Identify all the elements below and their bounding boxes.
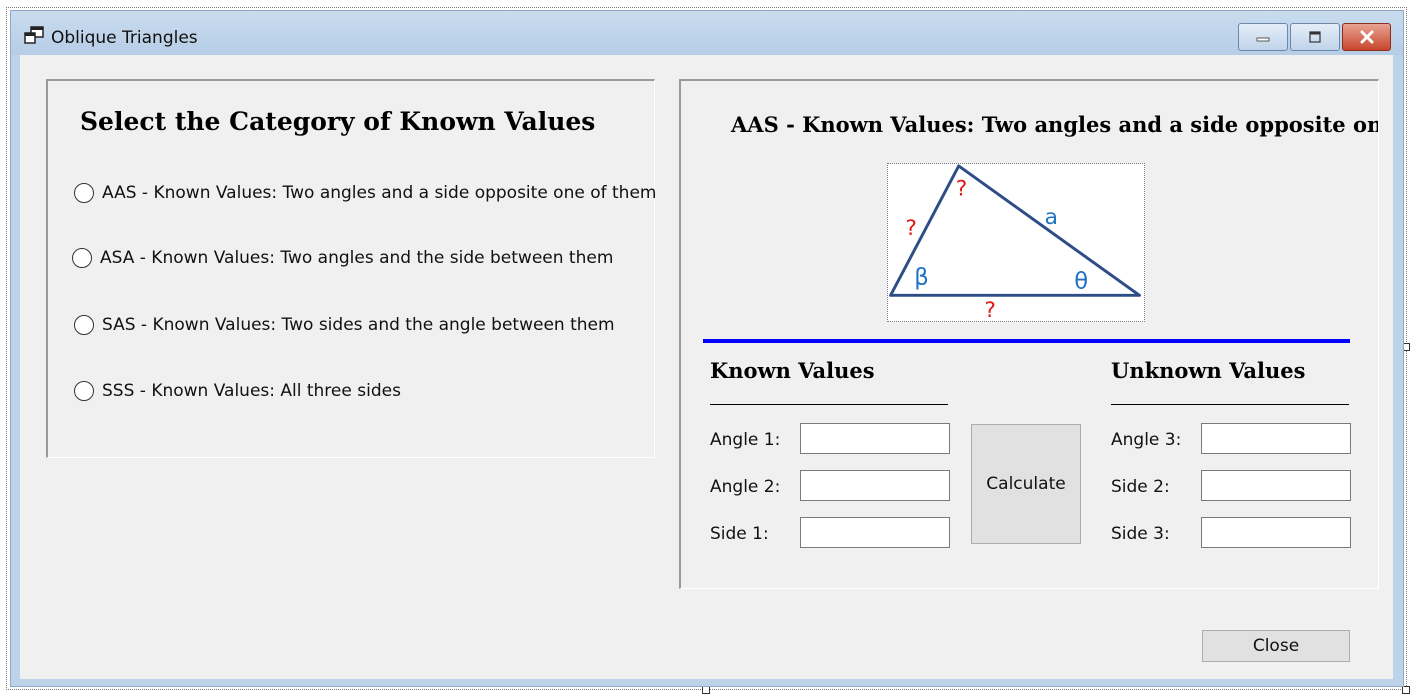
minimize-button[interactable]: [1238, 23, 1288, 51]
radio-label: SSS - Known Values: All three sides: [102, 381, 401, 401]
calculate-button[interactable]: Calculate: [971, 424, 1081, 544]
angle-2-input[interactable]: [800, 470, 950, 501]
radio-button[interactable]: [74, 381, 94, 401]
unknown-values-underline: [1111, 404, 1349, 405]
maximize-button[interactable]: [1290, 23, 1340, 51]
form-window: Oblique Triangles Select the Category of…: [10, 10, 1404, 687]
angle-3-label: Angle 3:: [1111, 430, 1182, 450]
angle-3-input[interactable]: [1201, 423, 1351, 454]
radio-button[interactable]: [74, 315, 94, 335]
close-button[interactable]: Close: [1202, 630, 1350, 662]
minimize-icon: [1256, 37, 1270, 42]
right-angle-label: θ: [1074, 268, 1088, 294]
radio-option-asa[interactable]: ASA - Known Values: Two angles and the s…: [72, 248, 613, 268]
close-window-button[interactable]: [1342, 23, 1391, 51]
bottom-side-label: ?: [984, 298, 996, 321]
known-values-heading: Known Values: [710, 358, 875, 383]
triangle-svg: ? ? a β θ ?: [889, 164, 1141, 321]
solver-heading: AAS - Known Values: Two angles and a sid…: [731, 112, 1378, 137]
radio-button[interactable]: [74, 183, 94, 203]
angle-1-input[interactable]: [800, 423, 950, 454]
category-heading: Select the Category of Known Values: [80, 107, 596, 136]
angle-1-label: Angle 1:: [710, 430, 781, 450]
radio-label: ASA - Known Values: Two angles and the s…: [100, 248, 614, 268]
right-side-label: a: [1045, 205, 1058, 230]
side-2-input[interactable]: [1201, 470, 1351, 501]
radio-option-sss[interactable]: SSS - Known Values: All three sides: [74, 381, 401, 401]
radio-button[interactable]: [72, 248, 92, 268]
triangle-diagram: ? ? a β θ ?: [887, 163, 1145, 322]
radio-label: SAS - Known Values: Two sides and the an…: [102, 315, 615, 335]
window-title: Oblique Triangles: [51, 28, 198, 48]
side-3-label: Side 3:: [1111, 524, 1170, 544]
form-client-area: Select the Category of Known Values AAS …: [20, 55, 1393, 679]
left-angle-label: β: [914, 264, 929, 290]
side-1-input[interactable]: [800, 517, 950, 548]
top-angle-label: ?: [956, 177, 968, 202]
maximize-icon: [1309, 31, 1321, 43]
section-divider: [703, 339, 1350, 343]
angle-2-label: Angle 2:: [710, 477, 781, 497]
left-side-label: ?: [905, 216, 917, 241]
radio-option-aas[interactable]: AAS - Known Values: Two angles and a sid…: [74, 183, 656, 203]
side-2-label: Side 2:: [1111, 477, 1170, 497]
side-1-label: Side 1:: [710, 524, 769, 544]
close-icon: [1360, 30, 1373, 44]
known-values-underline: [710, 404, 948, 405]
app-icon: [24, 26, 44, 44]
category-groupbox: Select the Category of Known Values AAS …: [46, 79, 656, 458]
unknown-values-heading: Unknown Values: [1111, 358, 1306, 383]
title-bar[interactable]: Oblique Triangles: [11, 11, 1403, 55]
resize-handle-bottom-right[interactable]: [1402, 686, 1410, 694]
radio-label: AAS - Known Values: Two angles and a sid…: [102, 183, 657, 203]
solver-groupbox: AAS - Known Values: Two angles and a sid…: [679, 79, 1379, 589]
radio-option-sas[interactable]: SAS - Known Values: Two sides and the an…: [74, 315, 615, 335]
side-3-input[interactable]: [1201, 517, 1351, 548]
resize-handle-bottom[interactable]: [702, 686, 710, 694]
